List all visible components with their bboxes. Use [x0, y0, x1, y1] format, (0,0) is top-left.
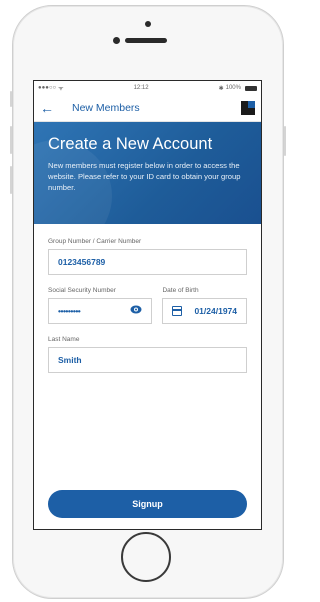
dob-field[interactable]: 01/24/1974: [162, 298, 247, 324]
signup-button[interactable]: Signup: [48, 490, 247, 518]
last-name-label: Last Name: [48, 336, 80, 343]
home-button[interactable]: [121, 532, 171, 582]
battery-icon: [244, 85, 257, 91]
wifi-icon: ᯤ: [58, 86, 64, 92]
signal-indicator: ●●●○○: [38, 85, 57, 91]
hero-description: New members must register below in order…: [48, 161, 241, 192]
calendar-icon[interactable]: [172, 306, 183, 316]
arrow-left-icon[interactable]: ←: [40, 100, 62, 116]
group-number-value: 0123456789: [58, 257, 106, 267]
volume-up-button: [10, 126, 12, 154]
ssn-label: Social Security Number: [48, 287, 116, 294]
signup-label: Signup: [132, 499, 163, 509]
dob-label: Date of Birth: [162, 287, 199, 294]
nav-bar: ← New Members: [34, 95, 261, 122]
group-number-field[interactable]: 0123456789: [48, 249, 247, 275]
hero-banner: Create a New Account New members must re…: [34, 122, 261, 224]
eye-icon[interactable]: [130, 305, 142, 317]
volume-down-button: [10, 166, 12, 194]
app-screen: ●●●○○ ᯤ 12:12 ✱ 100% ← New Members Creat…: [33, 80, 262, 530]
group-number-label: Group Number / Carrier Number: [48, 238, 142, 245]
earpiece-speaker: [125, 38, 167, 43]
power-button: [284, 126, 286, 156]
ssn-value: •••••••••: [58, 306, 81, 316]
status-time: 12:12: [133, 85, 149, 91]
brand-logo: [241, 101, 255, 115]
page-title: New Members: [72, 102, 140, 114]
status-bar: ●●●○○ ᯤ 12:12 ✱ 100%: [34, 81, 261, 95]
front-camera: [113, 37, 120, 44]
front-sensor: [145, 21, 151, 27]
mute-switch: [10, 91, 12, 107]
signup-form: Group Number / Carrier Number 0123456789…: [34, 224, 261, 373]
hero-title: Create a New Account: [48, 135, 213, 153]
ssn-field[interactable]: •••••••••: [48, 298, 153, 324]
last-name-field[interactable]: Smith: [48, 347, 247, 373]
bluetooth-icon: ✱: [218, 85, 224, 92]
battery-percent: 100%: [225, 85, 241, 91]
last-name-value: Smith: [58, 355, 82, 365]
dob-value: 01/24/1974: [194, 306, 237, 316]
